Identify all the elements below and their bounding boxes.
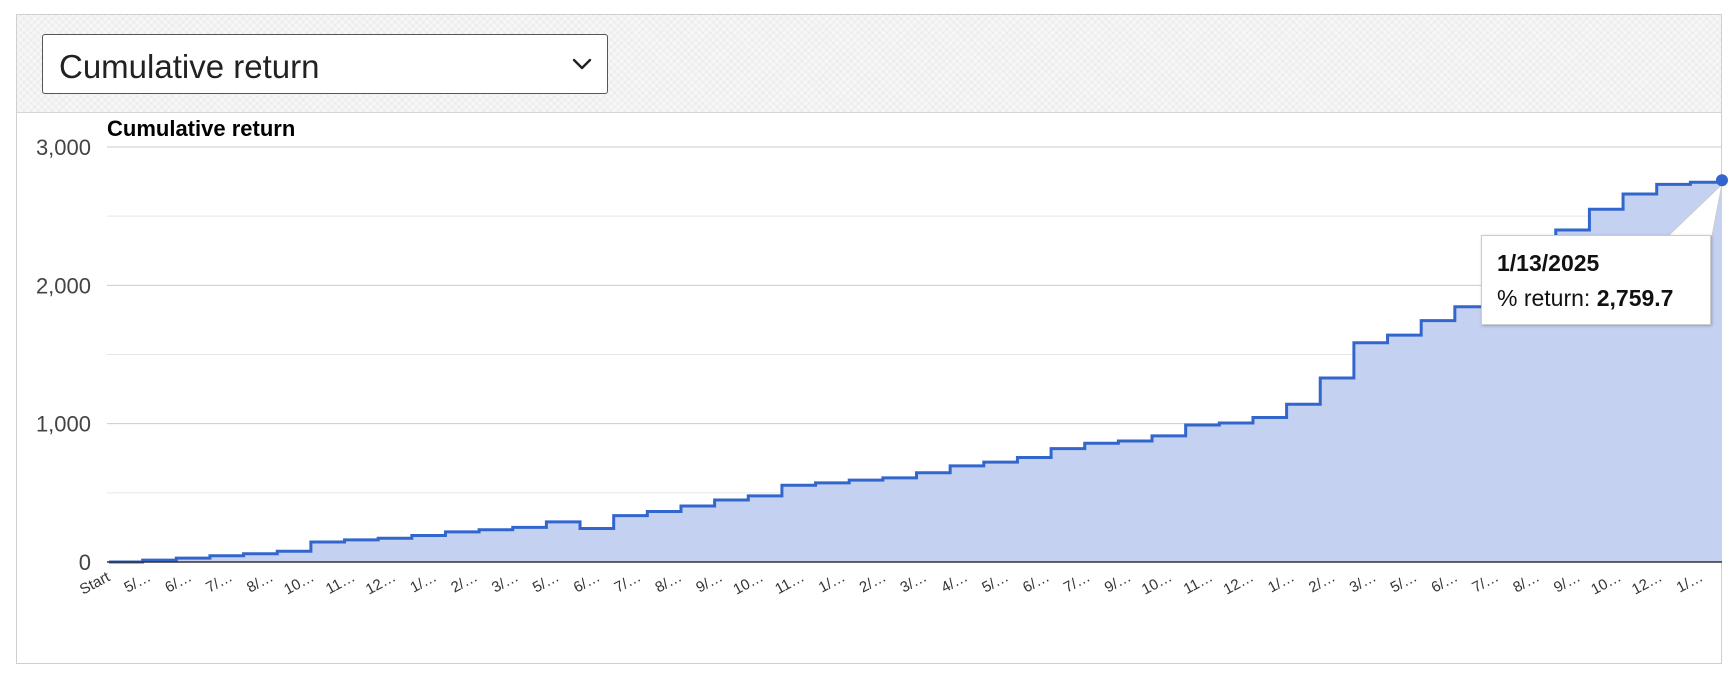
x-tick-label: 1/… — [1265, 569, 1297, 597]
y-tick-label: 2,000 — [36, 273, 91, 298]
y-tick-label: 1,000 — [36, 412, 91, 437]
y-tick-label: 3,000 — [36, 135, 91, 160]
x-tick-label: 8/… — [244, 569, 276, 597]
x-tick-label: 5/… — [530, 569, 562, 597]
cumulative-return-chart: Cumulative return 01,0002,0003,000Start 5… — [36, 116, 1728, 599]
x-tick-label: 5/… — [121, 569, 153, 597]
x-tick-label: 10… — [1588, 569, 1624, 599]
x-tick-label: 6/… — [1429, 569, 1461, 597]
x-tick-label: 5/… — [1388, 569, 1420, 597]
x-tick-label: 11… — [1181, 569, 1216, 598]
x-tick-label: 3/… — [1347, 569, 1379, 597]
x-tick-label: 2/… — [857, 569, 889, 597]
y-tick-label: 0 — [79, 550, 91, 575]
x-tick-label: 7/… — [1469, 569, 1501, 597]
x-tick-label: 4/… — [938, 569, 970, 597]
x-tick-label: 10… — [281, 569, 317, 599]
x-tick-label: 3/… — [489, 569, 521, 597]
data-tooltip: 1/13/2025 % return: 2,759.7 — [1481, 235, 1711, 325]
x-tick-label: 11… — [772, 569, 807, 598]
x-tick-label: 1/… — [816, 569, 848, 597]
x-tick-label: 3/… — [898, 569, 930, 597]
x-tick-label: 6/… — [162, 569, 194, 597]
x-tick-label: 11… — [323, 569, 358, 598]
highlight-point[interactable] — [1716, 174, 1728, 187]
x-tick-label: 2/… — [1306, 569, 1338, 597]
chart-title: Cumulative return — [107, 116, 295, 141]
x-tick-label: 1/… — [1674, 569, 1706, 597]
x-tick-label: 8/… — [1510, 569, 1542, 597]
x-tick-label: 8/… — [652, 569, 684, 597]
x-tick-label: 6/… — [571, 569, 603, 597]
x-tick-label: 10… — [1139, 569, 1175, 599]
x-tick-label: 12… — [1629, 569, 1665, 599]
x-tick-label: 9/… — [1551, 569, 1583, 597]
x-tick-label: 7/… — [203, 569, 235, 597]
x-tick-label: 2/… — [448, 569, 480, 597]
x-tick-label: 10… — [730, 569, 766, 599]
x-tick-label: 7/… — [612, 569, 644, 597]
x-tick-label: 9/… — [1102, 569, 1134, 597]
x-tick-label: 1/… — [407, 569, 439, 597]
x-tick-label: 12… — [1221, 569, 1257, 599]
tooltip-value-line: % return: 2,759.7 — [1497, 285, 1673, 312]
x-tick-label: 6/… — [1020, 569, 1052, 597]
x-tick-label: 9/… — [693, 569, 725, 597]
x-tick-label: 7/… — [1061, 569, 1093, 597]
tooltip-value: 2,759.7 — [1596, 285, 1674, 311]
tooltip-date: 1/13/2025 — [1497, 250, 1600, 276]
x-tick-label: 5/… — [979, 569, 1011, 597]
x-tick-label: 12… — [363, 569, 399, 599]
tooltip-label: % return: — [1497, 285, 1591, 311]
